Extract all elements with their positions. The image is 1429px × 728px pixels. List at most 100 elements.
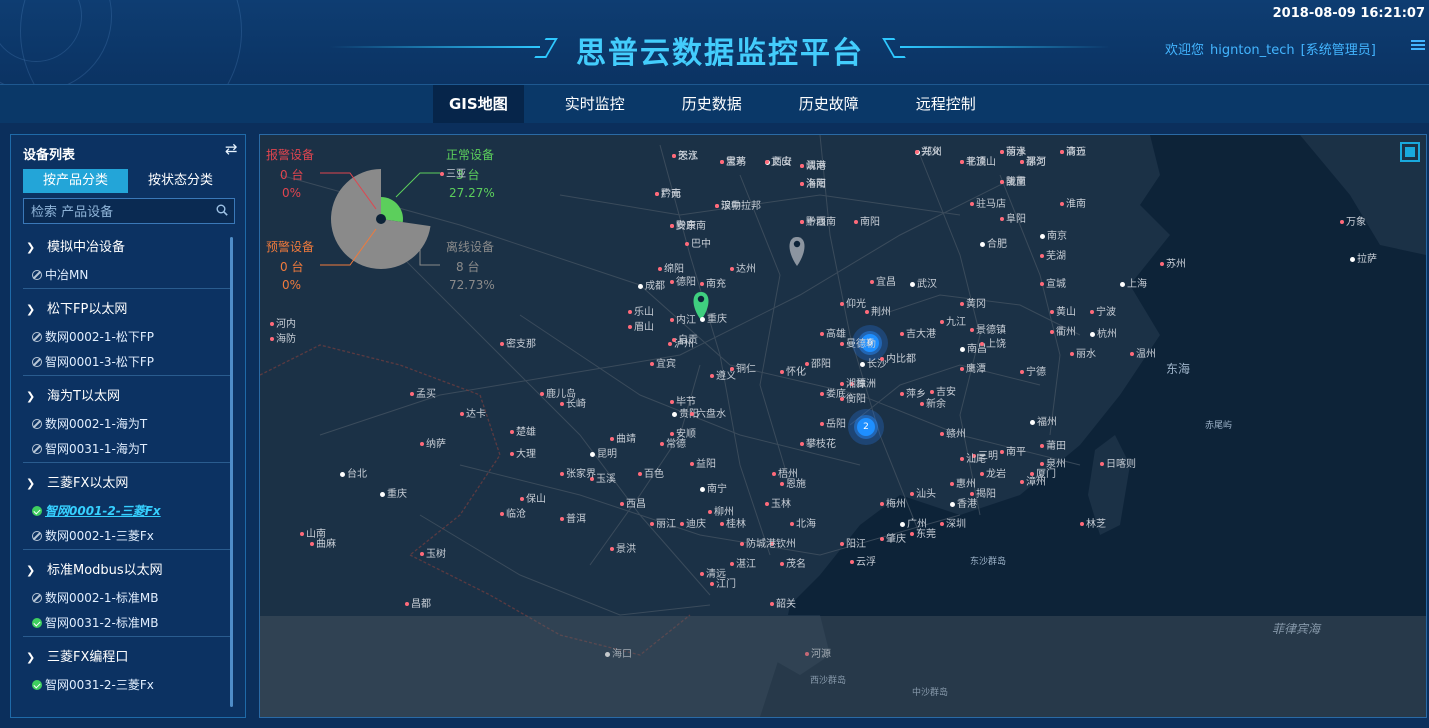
search-input[interactable] bbox=[24, 199, 219, 225]
device-label: 智网0031-2-三菱Fx bbox=[45, 678, 154, 692]
tab-remote-control[interactable]: 远程控制 bbox=[900, 85, 992, 123]
device-label: 中冶MN bbox=[45, 268, 89, 282]
city-label: 恩施 bbox=[780, 475, 806, 490]
city-label: 阳江 bbox=[840, 535, 866, 550]
device-item[interactable]: 智网0031-2-三菱Fx bbox=[23, 673, 233, 698]
city-label: 保山 bbox=[520, 490, 546, 505]
fullscreen-icon[interactable] bbox=[1400, 142, 1420, 162]
island-label: 东沙群岛 bbox=[970, 557, 1007, 567]
device-item[interactable]: 数网0002-1-标准MB bbox=[23, 586, 233, 611]
city-label: 北海 bbox=[790, 515, 816, 530]
city-label: 九江 bbox=[940, 313, 966, 328]
tab-by-status[interactable]: 按状态分类 bbox=[128, 169, 233, 193]
search-box bbox=[23, 198, 235, 225]
group-title[interactable]: ❯ 松下FP以太网 bbox=[23, 295, 233, 325]
offline-label: 离线设备 bbox=[446, 240, 495, 254]
tab-realtime-monitor[interactable]: 实时监控 bbox=[549, 85, 641, 123]
tab-history-data[interactable]: 历史数据 bbox=[666, 85, 758, 123]
city-label: 都匀 bbox=[1020, 153, 1046, 168]
device-item[interactable]: 中冶MN bbox=[23, 263, 233, 288]
city-label: 楚雄 bbox=[510, 423, 536, 438]
city-label: 上饶 bbox=[980, 335, 1006, 350]
city-label: 淮南 bbox=[1060, 195, 1086, 210]
offline-status-icon bbox=[32, 593, 42, 603]
city-label: 兴义 bbox=[915, 143, 941, 158]
chevron-down-icon: ❯ bbox=[26, 303, 36, 316]
online-status-icon bbox=[32, 680, 42, 690]
city-label: 曲麻 bbox=[310, 535, 336, 550]
tab-gis-map[interactable]: GIS地图 bbox=[433, 85, 524, 123]
city-label: 衢州 bbox=[1050, 323, 1076, 338]
city-label: 昌都 bbox=[405, 595, 431, 610]
device-item-selected[interactable]: 智网0001-2-三菱Fx bbox=[23, 499, 233, 524]
group-title[interactable]: ❯ 三菱FX以太网 bbox=[23, 469, 233, 499]
scrollbar[interactable] bbox=[230, 237, 233, 707]
classify-tabs: 按产品分类 按状态分类 bbox=[23, 169, 233, 193]
device-item[interactable]: 智网0031-2-标准MB bbox=[23, 611, 233, 636]
city-label: 怒江 bbox=[672, 147, 698, 162]
device-item[interactable]: 智网0001-3-松下FP bbox=[23, 350, 233, 375]
city-label: 河内 bbox=[270, 315, 296, 330]
city-label: 合肥 bbox=[980, 235, 1007, 250]
group-title[interactable]: ❯ 三菱FX编程口 bbox=[23, 643, 233, 673]
device-cluster[interactable]: 2 bbox=[848, 409, 884, 445]
city-label: 台北 bbox=[340, 465, 367, 480]
city-label: 梅州 bbox=[880, 495, 906, 510]
city-label: 南京 bbox=[1040, 227, 1067, 242]
city-label: 常德 bbox=[660, 435, 686, 450]
group-label: 松下FP以太网 bbox=[47, 302, 128, 317]
device-label: 智网0031-1-海为T bbox=[45, 442, 148, 456]
tab-history-fault[interactable]: 历史故障 bbox=[783, 85, 875, 123]
tab-by-product[interactable]: 按产品分类 bbox=[23, 169, 128, 193]
gis-map[interactable]: 报警设备 0 台 0% 预警设备 0 台 0% 正常设备 3 台 27.27% … bbox=[259, 134, 1427, 718]
city-label: 桂林 bbox=[720, 515, 746, 530]
header: 思普云数据监控平台 2018-08-09 16:21:07 欢迎您 hignton… bbox=[0, 0, 1429, 84]
city-label: 北流 bbox=[960, 153, 986, 168]
title-line-left bbox=[330, 46, 540, 48]
city-label: 阜阳 bbox=[1000, 210, 1026, 225]
device-item[interactable]: 数网0002-1-三菱Fx bbox=[23, 524, 233, 549]
city-label: 成都 bbox=[638, 277, 665, 292]
group-title[interactable]: ❯ 海为T以太网 bbox=[23, 382, 233, 412]
city-label: 鹿儿岛 bbox=[540, 385, 576, 400]
city-label: 黄山 bbox=[1050, 303, 1076, 318]
device-label: 数网0002-1-松下FP bbox=[45, 330, 154, 344]
city-label: 大理 bbox=[510, 445, 536, 460]
city-label: 达州 bbox=[730, 260, 756, 275]
city-label: 景洪 bbox=[610, 540, 636, 555]
username[interactable]: hignton_tech bbox=[1210, 43, 1295, 58]
group-title[interactable]: ❯ 模拟中冶设备 bbox=[23, 233, 233, 263]
device-item[interactable]: 数网0002-1-海为T bbox=[23, 412, 233, 437]
device-item[interactable]: 数网0002-1-松下FP bbox=[23, 325, 233, 350]
chevron-down-icon: ❯ bbox=[26, 564, 36, 577]
online-status-icon bbox=[32, 506, 42, 516]
city-label: 宜昌 bbox=[870, 273, 896, 288]
device-item[interactable]: 智网0031-1-海为T bbox=[23, 437, 233, 462]
swap-icon[interactable]: ⇄ bbox=[225, 142, 241, 157]
search-icon[interactable] bbox=[216, 204, 228, 216]
city-label: 丽江 bbox=[650, 515, 676, 530]
city-label: 江门 bbox=[710, 575, 736, 590]
group-title[interactable]: ❯ 标准Modbus以太网 bbox=[23, 556, 233, 586]
city-label: 东莞 bbox=[910, 525, 936, 540]
city-label: 琅勃拉邦 bbox=[715, 197, 761, 212]
menu-icon[interactable] bbox=[1411, 38, 1425, 52]
city-label: 乐山 bbox=[628, 303, 654, 318]
city-label: 内比都 bbox=[880, 350, 916, 365]
user-role: [系统管理员] bbox=[1300, 43, 1376, 58]
city-label: 驻马店 bbox=[970, 195, 1006, 210]
city-label: 攀枝花 bbox=[800, 435, 836, 450]
city-label: 密支那 bbox=[500, 335, 536, 350]
online-status-icon bbox=[32, 618, 42, 628]
city-label: 云浮 bbox=[850, 553, 876, 568]
city-label: 巴中 bbox=[685, 235, 711, 250]
city-label: 汕尾 bbox=[960, 450, 986, 465]
city-label: 莆田 bbox=[1040, 437, 1066, 452]
city-label: 达卡 bbox=[460, 405, 486, 420]
city-label: 思茅 bbox=[720, 153, 746, 168]
city-label: 孟买 bbox=[410, 385, 436, 400]
city-label: 纳萨 bbox=[420, 435, 446, 450]
device-label: 数网0002-1-海为T bbox=[45, 417, 148, 431]
city-label: 仰光 bbox=[840, 295, 866, 310]
city-label: 武汉 bbox=[910, 275, 937, 290]
